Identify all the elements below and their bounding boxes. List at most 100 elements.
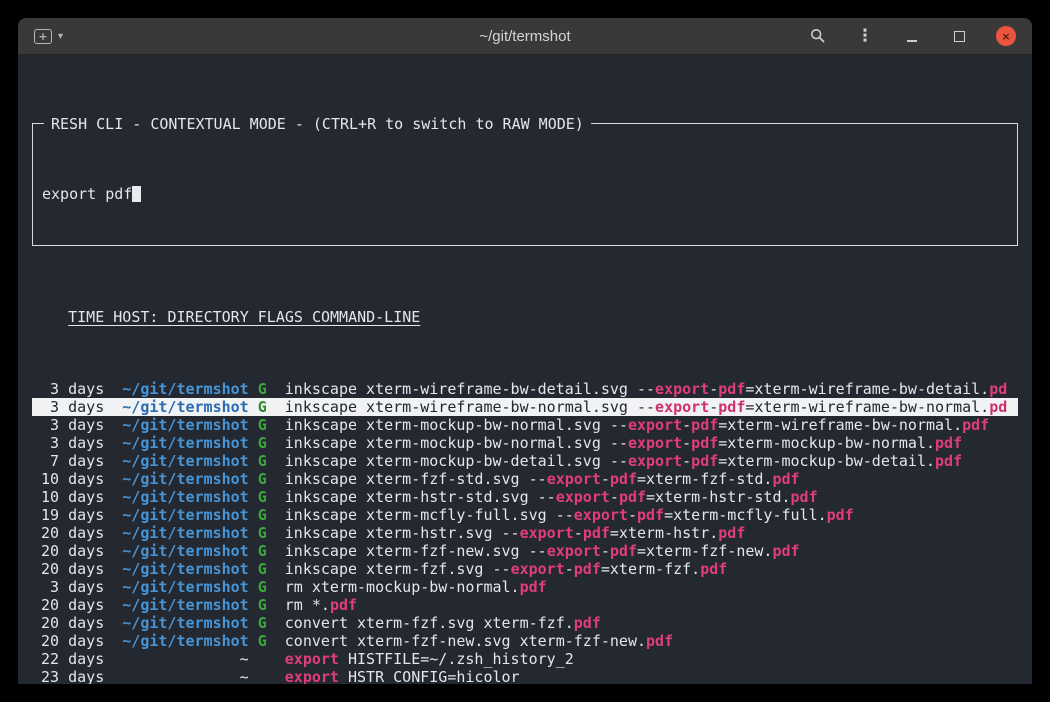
row-command: export HISTFILE=~/.zsh_history_2 <box>285 650 574 668</box>
search-icon[interactable] <box>808 26 828 46</box>
history-row[interactable]: 20 days ~/git/termshot Ginkscape xterm-fzf… <box>32 560 1018 578</box>
close-icon: × <box>1001 31 1010 42</box>
header-text: TIME HOST: DIRECTORY FLAGS COMMAND-LINE <box>68 308 420 326</box>
command-text: - <box>628 506 637 524</box>
match-highlight: pd <box>989 380 1007 398</box>
command-text: inkscape xterm-mockup-bw-normal.svg -- <box>285 416 628 434</box>
history-row[interactable]: 23 days~export HSTR_CONFIG=hicolor <box>32 668 1018 684</box>
match-highlight: pdf <box>691 434 718 452</box>
row-command: inkscape xterm-wireframe-bw-normal.svg -… <box>285 398 1007 416</box>
row-time: 3 days <box>32 380 104 398</box>
command-text: convert xterm-fzf-new.svg xterm-fzf-new. <box>285 632 646 650</box>
new-tab-button[interactable]: + ▾ <box>30 27 67 46</box>
row-command: inkscape xterm-fzf.svg --export-pdf=xter… <box>285 560 728 578</box>
row-command: rm xterm-mockup-bw-normal.pdf <box>285 578 547 596</box>
command-text: =xterm-fzf-std. <box>637 470 772 488</box>
command-text: inkscape xterm-hstr-std.svg -- <box>285 488 556 506</box>
restore-button[interactable] <box>949 26 969 46</box>
command-text: rm *. <box>285 596 330 614</box>
row-flags: G <box>258 542 267 560</box>
titlebar[interactable]: + ▾ ~/git/termshot ⋮ × <box>18 18 1032 55</box>
match-highlight: pdf <box>520 578 547 596</box>
history-list: 3 days ~/git/termshot Ginkscape xterm-wire… <box>32 380 1018 684</box>
command-text: inkscape xterm-fzf-std.svg -- <box>285 470 547 488</box>
search-input[interactable]: export pdf <box>42 185 1008 203</box>
match-highlight: pdf <box>718 524 745 542</box>
titlebar-right-group: ⋮ × <box>808 26 1032 46</box>
search-box: RESH CLI - CONTEXTUAL MODE - (CTRL+R to … <box>32 123 1018 246</box>
history-row[interactable]: 3 days~/git/termshotGinkscape xterm-wire… <box>32 398 1018 416</box>
match-highlight: export <box>285 650 339 668</box>
row-host-directory: ~/git/termshot <box>113 560 248 578</box>
row-flags: G <box>258 632 267 650</box>
match-highlight: export <box>628 452 682 470</box>
history-row[interactable]: 10 days~/git/termshotGinkscape xterm-fzf… <box>32 470 1018 488</box>
row-time: 20 days <box>32 560 104 578</box>
terminal-window: + ▾ ~/git/termshot ⋮ × RESH CLI - CONTEX… <box>18 18 1032 684</box>
match-highlight: pdf <box>827 506 854 524</box>
history-row[interactable]: 3 days~/git/termshotGinkscape xterm-mock… <box>32 416 1018 434</box>
match-highlight: pdf <box>610 542 637 560</box>
minimize-button[interactable] <box>902 26 922 46</box>
command-text: =xterm-mockup-bw-detail. <box>718 452 935 470</box>
minimize-icon <box>907 40 917 42</box>
magnifier-glyph <box>810 28 826 44</box>
menu-icon[interactable]: ⋮ <box>855 26 875 46</box>
header-pad <box>32 308 68 326</box>
command-text: inkscape xterm-fzf-new.svg -- <box>285 542 547 560</box>
command-text: HSTR_CONFIG=hicolor <box>339 668 520 684</box>
history-row[interactable]: 20 days~/git/termshotGconvert xterm-fzf-… <box>32 632 1018 650</box>
command-text: inkscape xterm-mockup-bw-detail.svg -- <box>285 452 628 470</box>
match-highlight: export <box>574 506 628 524</box>
row-flags: G <box>258 614 267 632</box>
row-command: inkscape xterm-hstr-std.svg --export-pdf… <box>285 488 818 506</box>
match-highlight: pdf <box>583 524 610 542</box>
row-flags: G <box>258 416 267 434</box>
row-command: inkscape xterm-wireframe-bw-detail.svg -… <box>285 380 1007 398</box>
row-flags: G <box>258 398 267 416</box>
command-text: - <box>682 452 691 470</box>
row-flags: G <box>258 380 267 398</box>
command-text: convert xterm-fzf.svg xterm-fzf. <box>285 614 574 632</box>
row-time: 10 days <box>32 488 104 506</box>
history-row[interactable]: 3 days~/git/termshotGinkscape xterm-mock… <box>32 434 1018 452</box>
command-text: inkscape xterm-fzf.svg -- <box>285 560 511 578</box>
row-host-directory: ~/git/termshot <box>113 398 248 416</box>
history-row[interactable]: 7 days~/git/termshotGinkscape xterm-mock… <box>32 452 1018 470</box>
match-highlight: pdf <box>646 632 673 650</box>
row-time: 3 days <box>32 416 104 434</box>
close-button[interactable]: × <box>996 26 1016 46</box>
history-row[interactable]: 20 days~/git/termshotGinkscape xterm-fzf… <box>32 542 1018 560</box>
history-row[interactable]: 20 days~/git/termshotGinkscape xterm-hst… <box>32 524 1018 542</box>
command-text: =xterm-mockup-bw-normal. <box>718 434 935 452</box>
history-row[interactable]: 3 days~/git/termshotGrm xterm-mockup-bw-… <box>32 578 1018 596</box>
text-cursor <box>132 186 141 202</box>
row-host-directory: ~/git/termshot <box>113 596 248 614</box>
row-host-directory: ~/git/termshot <box>113 488 248 506</box>
command-text: - <box>709 380 718 398</box>
history-row[interactable]: 19 days~/git/termshotGinkscape xterm-mcf… <box>32 506 1018 524</box>
row-time: 20 days <box>32 596 104 614</box>
history-row[interactable]: 20 days~/git/termshotGrm *.pdf <box>32 596 1018 614</box>
match-highlight: pdf <box>772 470 799 488</box>
row-host-directory: ~ <box>113 650 248 668</box>
row-time: 23 days <box>32 668 104 684</box>
row-time: 20 days <box>32 542 104 560</box>
history-row[interactable]: 3 days~/git/termshotGinkscape xterm-wire… <box>32 380 1018 398</box>
history-row[interactable]: 22 days~export HISTFILE=~/.zsh_history_2 <box>32 650 1018 668</box>
match-highlight: pdf <box>718 398 745 416</box>
command-text: inkscape xterm-wireframe-bw-normal.svg -… <box>285 398 655 416</box>
history-row[interactable]: 10 days~/git/termshotGinkscape xterm-hst… <box>32 488 1018 506</box>
search-query-text: export pdf <box>42 185 132 203</box>
row-command: inkscape xterm-fzf-new.svg --export-pdf=… <box>285 542 800 560</box>
row-host-directory: ~/git/termshot <box>113 578 248 596</box>
history-row[interactable]: 20 days~/git/termshotGconvert xterm-fzf.… <box>32 614 1018 632</box>
command-text: =xterm-hstr-std. <box>646 488 791 506</box>
row-flags: G <box>258 560 267 578</box>
command-text: inkscape xterm-mockup-bw-normal.svg -- <box>285 434 628 452</box>
command-text: rm xterm-mockup-bw-normal. <box>285 578 520 596</box>
titlebar-left-group: + ▾ <box>18 27 67 46</box>
command-text: - <box>709 398 718 416</box>
command-text: - <box>601 542 610 560</box>
row-flags: G <box>258 596 267 614</box>
